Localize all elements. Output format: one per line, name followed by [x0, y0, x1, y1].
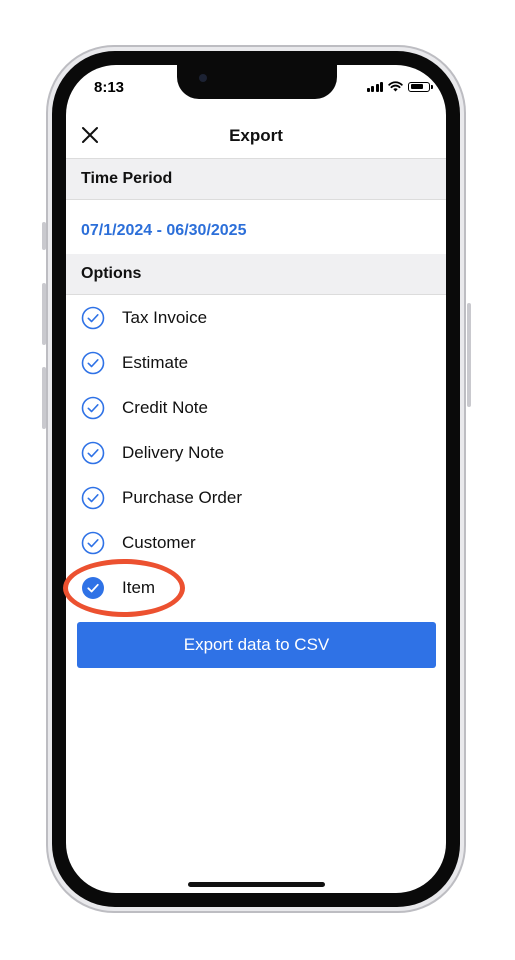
- option-customer[interactable]: Customer: [66, 520, 446, 565]
- cellular-signal-icon: [366, 81, 383, 92]
- page-title: Export: [229, 126, 283, 145]
- options-header: Options: [66, 254, 446, 295]
- check-circle-outline-icon[interactable]: [81, 351, 105, 375]
- option-label: Credit Note: [122, 397, 208, 417]
- time-period-header: Time Period: [66, 159, 446, 200]
- front-camera-icon: [199, 74, 207, 82]
- power-button: [467, 303, 471, 407]
- notch: [177, 65, 337, 99]
- check-circle-outline-icon[interactable]: [81, 441, 105, 465]
- option-label: Purchase Order: [122, 487, 242, 507]
- option-credit-note[interactable]: Credit Note: [66, 385, 446, 430]
- export-csv-button[interactable]: Export data to CSV: [77, 622, 436, 668]
- wifi-icon: [388, 81, 403, 92]
- check-circle-outline-icon[interactable]: [81, 486, 105, 510]
- device-mockup: 8:13 Export Time Period 07/1/2024 - 06/3…: [0, 0, 515, 960]
- option-purchase-order[interactable]: Purchase Order: [66, 475, 446, 520]
- check-circle-filled-icon[interactable]: [81, 576, 105, 600]
- option-label: Item: [122, 577, 156, 597]
- option-label: Delivery Note: [122, 442, 225, 462]
- status-icons: [366, 81, 433, 92]
- time-period-value[interactable]: 07/1/2024 - 06/30/2025: [81, 222, 246, 240]
- volume-up-button: [42, 283, 46, 345]
- battery-icon: [408, 81, 433, 92]
- option-label: Customer: [122, 532, 196, 552]
- option-estimate[interactable]: Estimate: [66, 340, 446, 385]
- check-circle-outline-icon[interactable]: [81, 306, 105, 330]
- volume-down-button: [42, 367, 46, 429]
- action-button: [42, 222, 46, 250]
- check-circle-outline-icon[interactable]: [81, 396, 105, 420]
- option-tax-invoice[interactable]: Tax Invoice: [66, 295, 446, 340]
- app-screen: 8:13 Export Time Period 07/1/2024 - 06/3…: [66, 65, 446, 893]
- option-delivery-note[interactable]: Delivery Note: [66, 430, 446, 475]
- nav-bar: Export: [66, 113, 446, 159]
- option-item[interactable]: Item: [66, 565, 446, 610]
- option-label: Estimate: [122, 352, 189, 372]
- status-time: 8:13: [94, 79, 125, 96]
- option-label: Tax Invoice: [122, 307, 208, 327]
- home-indicator[interactable]: [188, 882, 325, 887]
- check-circle-outline-icon[interactable]: [81, 531, 105, 555]
